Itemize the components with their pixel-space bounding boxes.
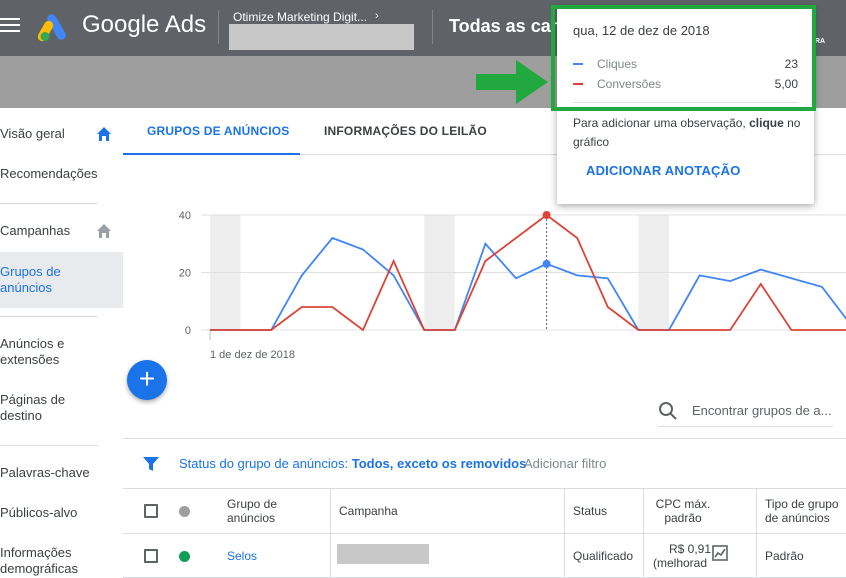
page-title: Todas as cam <box>449 16 567 36</box>
filter-value: Todos, exceto os removidos <box>351 456 527 471</box>
divider <box>0 203 98 204</box>
toolbar-label[interactable]: RA <box>815 38 825 45</box>
sidebar-item-label: Informações demográficas <box>0 545 79 576</box>
sidebar: Visão geral Recomendações Campanhas Grup… <box>0 108 123 578</box>
sidebar-item-audiences[interactable]: Públicos-alvo <box>0 505 123 525</box>
sidebar-item-ads-extensions[interactable]: Anúncios e extensões <box>0 336 123 372</box>
hover-point <box>542 259 551 268</box>
column-divider <box>564 489 565 535</box>
column-divider <box>643 489 644 535</box>
ad-group-type: Padrão <box>765 549 804 563</box>
status-text: Qualificado <box>573 549 634 563</box>
divider <box>432 10 433 44</box>
max-cpc-value[interactable]: R$ 0,91 <box>669 542 711 556</box>
y-tick-label: 0 <box>185 325 191 337</box>
sidebar-item-label: Palavras-chave <box>0 465 90 480</box>
divider <box>0 445 98 446</box>
x-tick-label: 1 de dez de 2018 <box>210 349 295 361</box>
trend-chart-icon[interactable] <box>712 545 728 561</box>
sidebar-item-label: Públicos-alvo <box>0 505 78 520</box>
add-button[interactable]: + <box>127 360 167 400</box>
search-icon <box>659 402 677 420</box>
tab-auction-insights[interactable]: INFORMAÇÕES DO LEILÃO <box>324 124 487 138</box>
header-ad-group-type[interactable]: Tipo de grupo de anúncios <box>765 497 845 525</box>
filter-chip[interactable]: Status do grupo de anúncios: Todos, exce… <box>179 456 526 471</box>
filter-icon[interactable] <box>143 456 159 472</box>
divider <box>0 316 98 317</box>
sidebar-item-label: Anúncios e extensões <box>0 336 65 367</box>
status-dot <box>179 506 190 517</box>
account-name[interactable]: Otimize Marketing Digit... <box>233 10 367 24</box>
divider <box>218 10 219 44</box>
sidebar-item-demographics[interactable]: Informações demográficas <box>0 545 123 578</box>
sidebar-item-label: Páginas de destino <box>0 392 66 423</box>
brand-name: Google Ads <box>82 11 207 38</box>
ad-group-link[interactable]: Selos <box>227 549 257 563</box>
arrow-right-icon <box>476 60 548 104</box>
header-campaign[interactable]: Campanha <box>339 504 398 518</box>
table-header: Grupo de anúncios Campanha Status CPC má… <box>123 488 846 535</box>
chevron-right-icon: › <box>375 10 379 22</box>
y-tick-label: 20 <box>179 268 191 280</box>
header-ad-group[interactable]: Grupo de anúncios <box>227 497 297 525</box>
home-icon <box>97 127 111 141</box>
column-divider <box>756 489 757 535</box>
performance-chart[interactable]: 40 20 0 1 de dez de 2018 <box>123 198 846 378</box>
series-line-clicks <box>210 236 846 331</box>
sidebar-item-label: Recomendações <box>0 166 98 181</box>
header-status[interactable]: Status <box>573 504 607 518</box>
column-divider <box>330 489 331 535</box>
sidebar-item-label: Visão geral <box>0 126 65 141</box>
max-cpc-note: (melhorad <box>653 556 708 570</box>
menu-icon[interactable] <box>0 18 20 34</box>
sidebar-item-keywords[interactable]: Palavras-chave <box>0 465 123 485</box>
status-dot <box>179 551 190 562</box>
column-divider <box>643 534 644 578</box>
sidebar-item-label: Campanhas <box>0 223 71 238</box>
column-divider <box>756 534 757 578</box>
sidebar-item-recommendations[interactable]: Recomendações <box>0 166 123 186</box>
column-divider <box>330 534 331 578</box>
home-icon <box>97 224 111 238</box>
active-tab-indicator <box>123 153 300 155</box>
search-input[interactable]: Encontrar grupos de a... <box>692 403 831 418</box>
sidebar-item-ad-groups[interactable]: Grupos de anúncios <box>0 252 123 308</box>
sidebar-item-landing-pages[interactable]: Páginas de destino <box>0 392 123 428</box>
account-id-redacted <box>229 24 414 50</box>
column-divider <box>564 534 565 578</box>
hover-point <box>542 211 551 219</box>
header-max-cpc[interactable]: CPC máx. padrão <box>651 497 715 525</box>
note-text: Para adicionar uma observação, <box>573 116 750 130</box>
y-tick-label: 40 <box>179 210 191 222</box>
row-checkbox[interactable] <box>144 549 158 563</box>
note-bold: clique <box>749 116 784 130</box>
table-row[interactable]: Selos Qualificado R$ 0,91 (melhorad Padr… <box>123 534 846 578</box>
sidebar-item-campaigns[interactable]: Campanhas <box>0 223 123 243</box>
google-ads-logo-icon <box>38 14 66 42</box>
add-filter-button[interactable]: Adicionar filtro <box>524 456 606 471</box>
highlight-box <box>551 5 816 111</box>
tooltip-note: Para adicionar uma observação, clique no… <box>573 114 805 152</box>
search-underline <box>658 426 833 427</box>
tab-ad-groups[interactable]: GRUPOS DE ANÚNCIOS <box>147 124 290 138</box>
add-annotation-button[interactable]: ADICIONAR ANOTAÇÃO <box>586 163 741 178</box>
filter-label: Status do grupo de anúncios: <box>179 456 352 471</box>
sidebar-item-label: Grupos de anúncios <box>0 264 61 295</box>
filter-bar: Status do grupo de anúncios: Todos, exce… <box>123 438 846 488</box>
campaign-redacted <box>337 544 429 564</box>
sidebar-item-overview[interactable]: Visão geral <box>0 126 123 146</box>
select-all-checkbox[interactable] <box>144 504 158 518</box>
